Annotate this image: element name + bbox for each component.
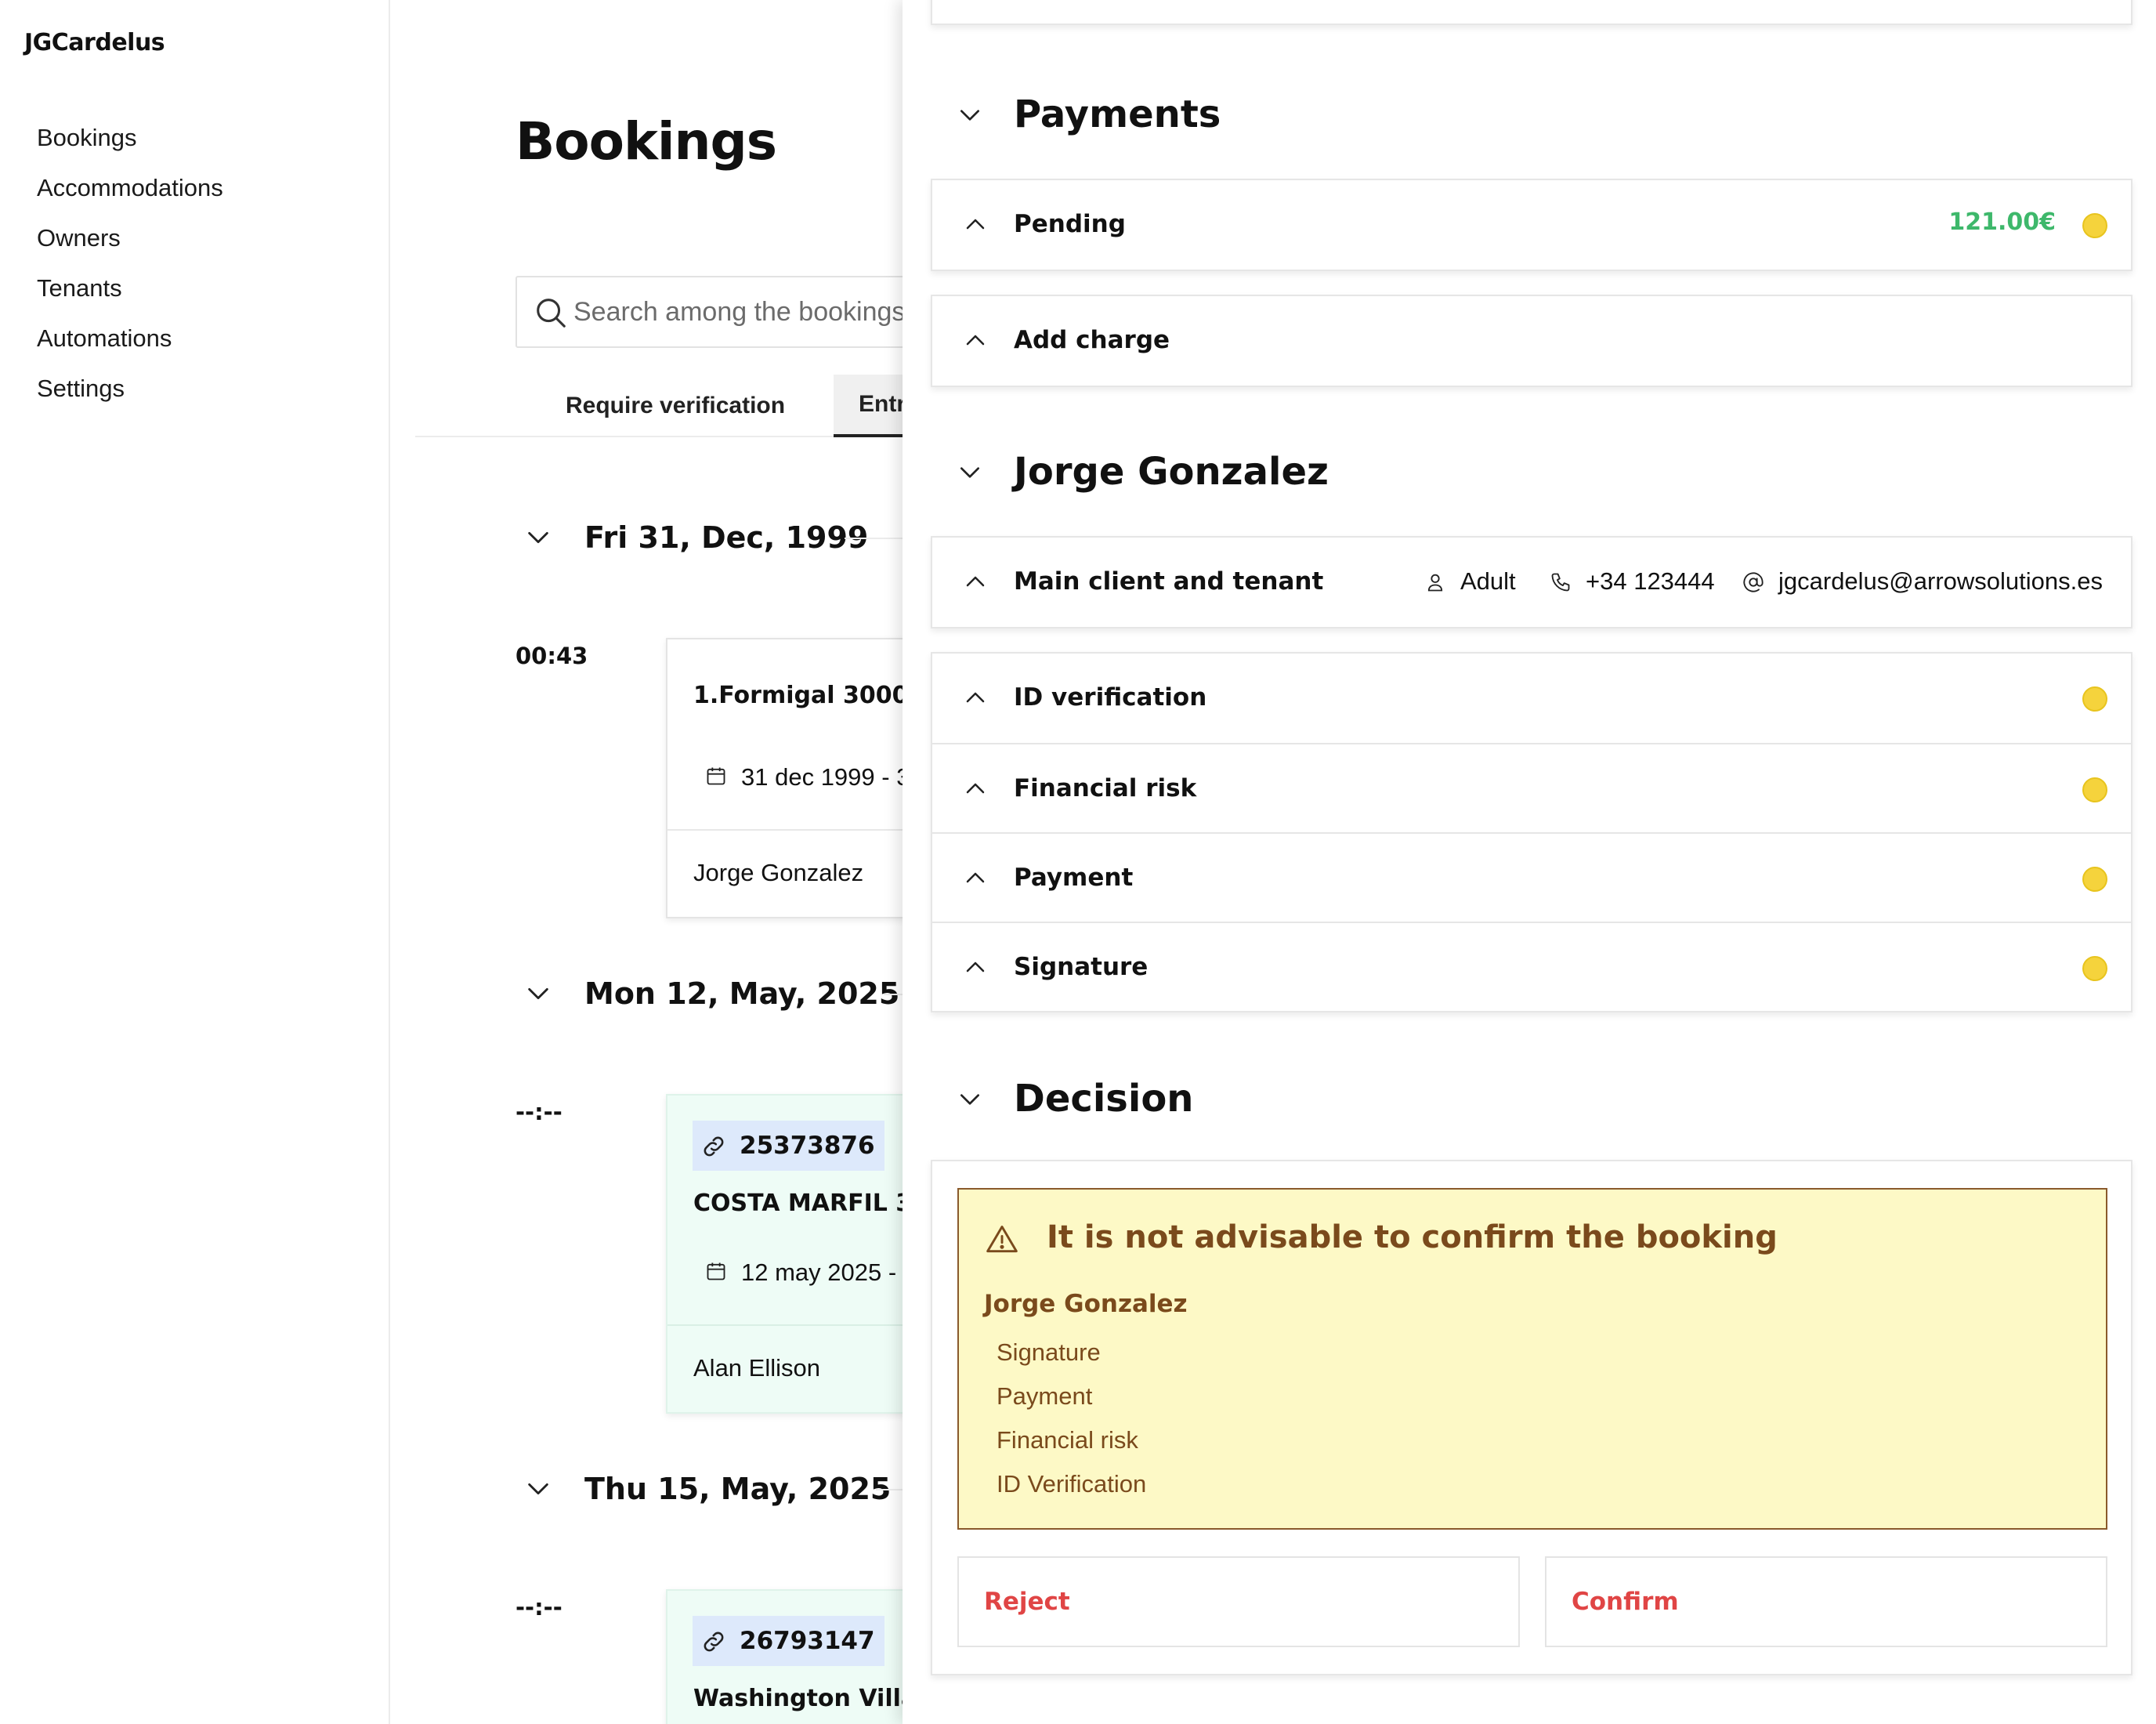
booking-detail-panel: Payments Pending 121.00€ Add charge Jorg… (903, 0, 2156, 1724)
client-info-card[interactable]: Main client and tenant Adult +34 123444 … (931, 536, 2132, 628)
warning-issue: Financial risk (997, 1426, 1138, 1454)
brand-logo[interactable]: JGCardelus (24, 29, 165, 56)
row-label: Pending (1014, 210, 1126, 238)
panel-previous-section (931, 0, 2132, 25)
add-charge-card[interactable]: Add charge (931, 295, 2132, 387)
client-info-row[interactable]: Main client and tenant Adult +34 123444 … (932, 538, 2131, 627)
warning-icon (986, 1226, 1018, 1253)
client-phone-value: +34 123444 (1586, 567, 1715, 595)
chevron-down-icon (528, 531, 548, 544)
client-age-group: Adult (1424, 564, 1516, 599)
warning-title: It is not advisable to confirm the booki… (1047, 1219, 1778, 1255)
status-pending-icon (2082, 686, 2107, 712)
sidebar-item-tenants[interactable]: Tenants (37, 268, 223, 318)
row-label: Main client and tenant (1014, 567, 1324, 596)
booking-tenant: Jorge Gonzalez (693, 859, 864, 886)
chevron-up-icon (966, 692, 985, 703)
row-label: Signature (1014, 953, 1149, 981)
booking-accommodation: 1.Formigal 3000 A (693, 682, 935, 709)
chevron-up-icon (966, 219, 985, 230)
check-row-financial-risk[interactable]: Financial risk (932, 743, 2131, 832)
page-title: Bookings (515, 111, 777, 172)
chevron-up-icon (966, 962, 985, 972)
booking-code: 25373876 (740, 1132, 875, 1160)
status-pending-icon (2082, 777, 2107, 802)
day-label: Fri 31, Dec, 1999 (584, 520, 869, 555)
confirm-button[interactable]: Confirm (1545, 1556, 2107, 1647)
sidebar-item-accommodations[interactable]: Accommodations (37, 168, 223, 218)
client-age-value: Adult (1460, 567, 1516, 595)
row-label: Payment (1014, 864, 1134, 892)
chevron-up-icon (966, 335, 985, 346)
booking-time: --:-- (515, 1594, 563, 1621)
check-row-signature[interactable]: Signature (932, 922, 2131, 1011)
chevron-down-icon (960, 1094, 979, 1105)
chevron-down-icon (528, 1483, 548, 1495)
sidebar-item-owners[interactable]: Owners (37, 218, 223, 268)
booking-code-badge[interactable]: 25373876 (693, 1121, 884, 1171)
day-label: Thu 15, May, 2025 (584, 1472, 892, 1506)
warning-issue-list: Signature Payment Financial risk ID Veri… (997, 1337, 1146, 1512)
pending-row[interactable]: Pending 121.00€ (932, 180, 2131, 270)
tab-require-verification[interactable]: Require verification (541, 375, 810, 437)
link-icon (704, 1632, 724, 1652)
sidebar-nav: Bookings Accommodations Owners Tenants A… (37, 118, 223, 418)
row-label: Add charge (1014, 326, 1170, 354)
sidebar: JGCardelus Bookings Accommodations Owner… (0, 0, 390, 1724)
calendar-icon (707, 767, 725, 785)
booking-tenant: Alan Ellison (693, 1354, 820, 1382)
client-phone[interactable]: +34 123444 (1550, 564, 1715, 599)
chevron-up-icon (966, 872, 985, 883)
chevron-down-icon (960, 110, 979, 121)
client-email[interactable]: jgcardelus@arrowsolutions.es (1742, 564, 2103, 599)
check-row-id-verification[interactable]: ID verification (932, 654, 2131, 743)
booking-dates: 31 dec 1999 - 3 (705, 763, 910, 791)
sidebar-item-automations[interactable]: Automations (37, 318, 223, 368)
booking-date-range: 31 dec 1999 - 3 (741, 763, 910, 791)
booking-accommodation: Washington Villa (693, 1685, 917, 1712)
user-icon (1427, 574, 1443, 592)
chevron-down-icon (528, 987, 548, 1000)
status-pending-icon (2082, 867, 2107, 892)
decision-card: It is not advisable to confirm the booki… (931, 1160, 2132, 1675)
at-icon (1743, 572, 1764, 592)
add-charge-row[interactable]: Add charge (932, 296, 2131, 386)
verification-checks-card: ID verification Financial risk Payment S… (931, 652, 2132, 1012)
booking-accommodation: COSTA MARFIL 3C (693, 1190, 930, 1217)
chevron-down-icon (960, 467, 979, 478)
phone-icon (1551, 573, 1570, 592)
warning-issue: Payment (997, 1382, 1093, 1410)
chevron-up-icon (966, 783, 985, 794)
sidebar-item-settings[interactable]: Settings (37, 368, 223, 418)
link-icon (704, 1136, 724, 1157)
warning-person: Jorge Gonzalez (984, 1290, 1188, 1318)
search-icon (537, 299, 566, 328)
warning-issue: ID Verification (997, 1470, 1147, 1498)
section-title: Payments (1014, 92, 1221, 136)
chevron-up-icon (966, 576, 985, 587)
row-label: Financial risk (1014, 774, 1197, 802)
sidebar-item-bookings[interactable]: Bookings (37, 118, 223, 168)
check-row-payment[interactable]: Payment (932, 832, 2131, 922)
booking-time: --:-- (515, 1099, 563, 1125)
reject-button[interactable]: Reject (957, 1556, 1520, 1647)
booking-code: 26793147 (740, 1627, 875, 1655)
warning-issue: Signature (997, 1338, 1101, 1366)
calendar-icon (707, 1262, 725, 1280)
booking-date-range: 12 may 2025 - (741, 1259, 897, 1286)
section-title: Decision (1014, 1077, 1194, 1121)
booking-time: 00:43 (515, 643, 588, 669)
status-pending-icon (2082, 213, 2107, 238)
day-label: Mon 12, May, 2025 (584, 976, 900, 1011)
status-pending-icon (2082, 956, 2107, 981)
booking-dates: 12 may 2025 - (705, 1259, 896, 1287)
warning-alert: It is not advisable to confirm the booki… (957, 1188, 2107, 1530)
client-email-value: jgcardelus@arrowsolutions.es (1778, 567, 2103, 595)
booking-code-badge[interactable]: 26793147 (693, 1616, 884, 1666)
row-label: ID verification (1014, 683, 1207, 712)
pending-payment-card[interactable]: Pending 121.00€ (931, 179, 2132, 271)
section-title: Jorge Gonzalez (1014, 450, 1329, 494)
pending-amount: 121.00€ (1948, 208, 2056, 236)
